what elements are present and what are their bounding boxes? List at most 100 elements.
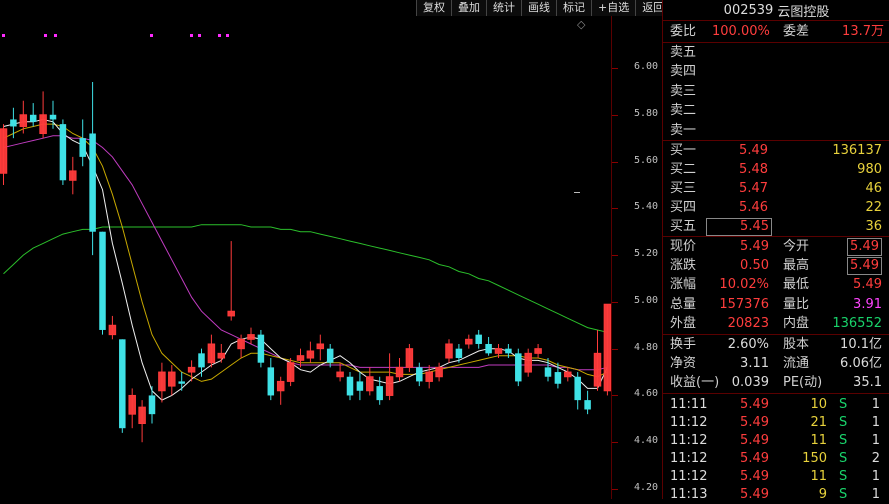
trade-price: 5.49 [740,397,769,412]
candle-body [574,376,581,401]
weibi-row: 委比 100.00% 委差 13.7万 [663,22,889,41]
marker-dot [2,34,5,37]
stat-value: 5.49 [853,277,882,293]
quote-panel: 002539 云图控股 委比 100.00% 委差 13.7万 卖五 卖四 卖三 卖二… [662,0,889,502]
candle-body [326,348,334,363]
candle-body [79,138,86,157]
diamond-icon[interactable]: ◇ [577,18,585,31]
kline-chart[interactable]: ◇ 6.00 5.80 5.60 5.40 5.20 5.00 4.80 4.60 4.40 4.… [0,0,662,499]
bid-label: 买三 [670,181,697,196]
price-tick [612,114,618,116]
stat-label: 内盘 [783,315,810,331]
trade-price: 5.49 [740,469,769,484]
price-tick [612,442,618,444]
stat-label: 股本 [783,337,810,352]
candle-body [10,119,17,127]
stat-label: 今开 [783,239,810,254]
stat-value: 5.49 [740,239,769,254]
price-tick-label: 6.00 [634,61,659,72]
trade-volume: 11 [810,433,827,448]
candle-body-fill [396,367,403,377]
candle-body-fill [435,367,443,377]
candle-body [89,133,96,232]
trade-count: 1 [871,415,880,430]
candle-body [148,395,156,415]
candle-body [584,400,591,410]
trade-price: 5.49 [740,415,769,430]
candle-body-fill [534,348,542,354]
candle-body-fill [69,170,77,181]
stat-value: 3.91 [853,296,882,312]
stat-row: 换手 2.60% 股本 10.1亿 [663,335,889,354]
trade-time: 11:12 [670,469,708,484]
bid-price: 5.49 [739,143,768,158]
candle-body-fill [247,334,255,340]
bid-label: 买二 [670,162,697,177]
bid-price: 5.46 [739,200,768,215]
stats-button[interactable]: 统计 [486,0,521,16]
price-tick [612,301,618,303]
candle-body-fill [168,372,176,387]
ask-label: 卖五 [670,45,697,60]
price-tick-label: 4.60 [634,388,659,400]
price-tick-label: 5.20 [634,248,659,260]
candle-body-fill [138,407,146,424]
trade-volume: 150 [802,451,827,466]
price-tick [612,68,618,69]
stat-row: 涨幅 10.02% 最低 5.49 [663,275,889,294]
bid-volume: 136137 [832,143,882,158]
stat-value: 0.039 [731,375,769,391]
stat-row: 涨跌 0.50 最高 5.49 [663,256,889,276]
bid-price: 5.47 [739,181,768,196]
trade-price: 5.49 [740,451,769,466]
ask-label: 卖一 [670,122,697,138]
marker-dot [198,34,201,37]
candle-body [544,367,552,377]
marker-dot [44,34,47,37]
candle-body-fill [336,372,344,377]
stat-value: 10.1亿 [840,337,882,352]
stat-row: 现价 5.49 今开 5.49 [663,237,889,256]
candle-body [505,348,512,354]
candle-body-fill [287,362,294,382]
candle-body-fill [128,395,136,415]
stat-value: 2.60% [727,337,769,352]
trade-volume: 9 [818,487,827,502]
candle-body [356,381,364,391]
candle-body [376,386,383,401]
trade-time: 11:13 [670,487,708,502]
trade-side: S [839,487,848,502]
price-tick [612,348,618,350]
fuquan-button[interactable]: 复权 [416,0,451,16]
weicha-value: 13.7万 [842,24,884,39]
overlay-button[interactable]: 叠加 [451,0,486,16]
candle-body-fill [465,339,473,344]
trade-row: 11:13 5.49 9 S 1 [663,485,889,504]
add-watchlist-button[interactable]: +自选 [591,0,636,16]
stat-value: 20823 [727,315,769,331]
bid-label: 买五 [670,219,697,234]
candle-body-fill [218,353,225,359]
bid-volume: 46 [865,181,882,196]
bid-price: 5.48 [739,162,768,177]
candle-body-fill [564,372,572,377]
ask-row: 卖四 [663,62,889,81]
trade-row: 11:12 5.49 11 S 1 [663,431,889,450]
stat-row: 收益(一) 0.039 PE(动) 35.1 [663,373,889,392]
candle-body [49,114,57,120]
candle-body [267,367,275,396]
kline-svg[interactable] [0,0,611,499]
stat-value: 10.02% [719,277,769,293]
price-tick [612,489,618,490]
trade-volume: 21 [810,415,827,430]
mark-button[interactable]: 标记 [556,0,591,16]
draw-line-button[interactable]: 画线 [521,0,556,16]
bid-row: 买一 5.49 136137 [663,141,889,160]
candle-body-fill [406,348,413,368]
candle-body-fill [109,325,116,335]
price-tick-label: 5.00 [634,294,659,306]
candle-body-fill [495,348,502,354]
trade-side: S [839,469,848,484]
ask-row: 卖五 [663,43,889,62]
price-axis: 6.00 5.80 5.60 5.40 5.20 5.00 4.80 4.60 4.40 4.20 [574,0,663,499]
